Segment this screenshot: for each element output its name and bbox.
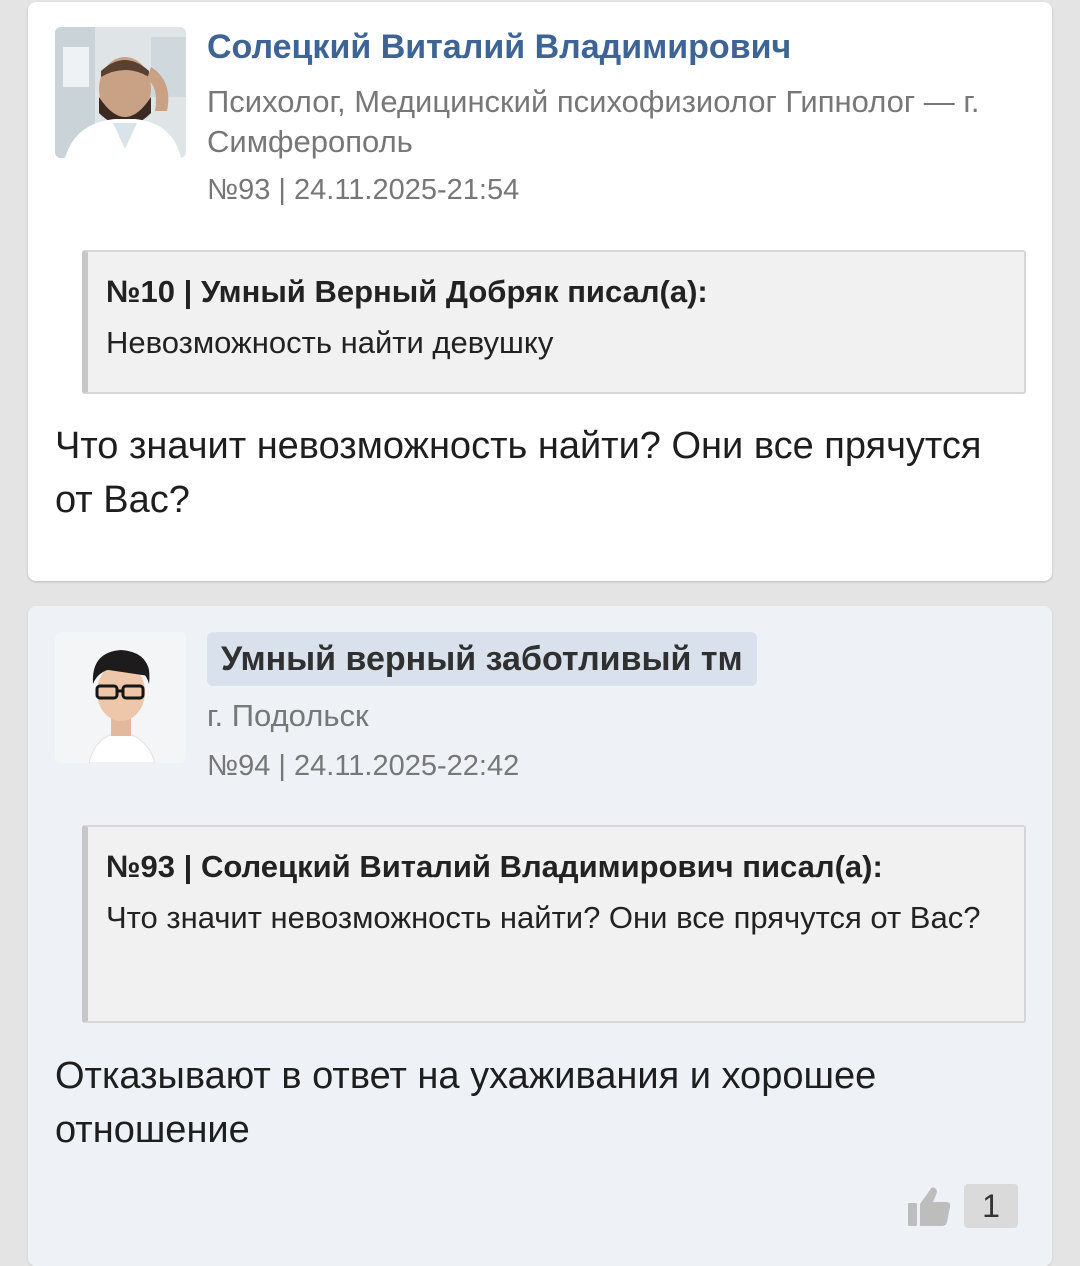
like-count: 1 (964, 1184, 1018, 1228)
author-name-link[interactable]: Солецкий Виталий Владимирович (207, 28, 791, 67)
author-city: г. Подольск (207, 698, 369, 733)
post-meta: №94 | 24.11.2025-22:42 (207, 750, 520, 782)
author-avatar[interactable] (55, 27, 186, 158)
quote-header[interactable]: №10 | Умный Верный Добряк писал(а): (106, 270, 1006, 314)
post-meta: №93 | 24.11.2025-21:54 (207, 174, 520, 206)
quote-header[interactable]: №93 | Солецкий Виталий Владимирович писа… (106, 845, 1006, 889)
post-body: Отказывают в ответ на ухаживания и хорош… (55, 1055, 877, 1151)
quote-block: №93 | Солецкий Виталий Владимирович писа… (82, 825, 1026, 1023)
quote-block: №10 | Умный Верный Добряк писал(а): Нево… (82, 250, 1026, 394)
author-role: Психолог, Медицинский психофизиолог Гипн… (207, 84, 980, 159)
post-body: Что значит невозможность найти? Они все … (55, 425, 982, 521)
quote-text: Невозможность найти девушку (106, 325, 554, 360)
forum-post: Умный верный заботливый тм г. Подольск №… (28, 606, 1052, 1266)
quote-text: Что значит невозможность найти? Они все … (106, 900, 981, 935)
forum-post: Солецкий Виталий Владимирович Психолог, … (28, 2, 1052, 581)
author-avatar[interactable] (55, 632, 186, 763)
thumbs-up-icon[interactable] (906, 1184, 952, 1228)
author-name-badge[interactable]: Умный верный заботливый тм (207, 632, 757, 686)
like-control: 1 (906, 1184, 1018, 1228)
